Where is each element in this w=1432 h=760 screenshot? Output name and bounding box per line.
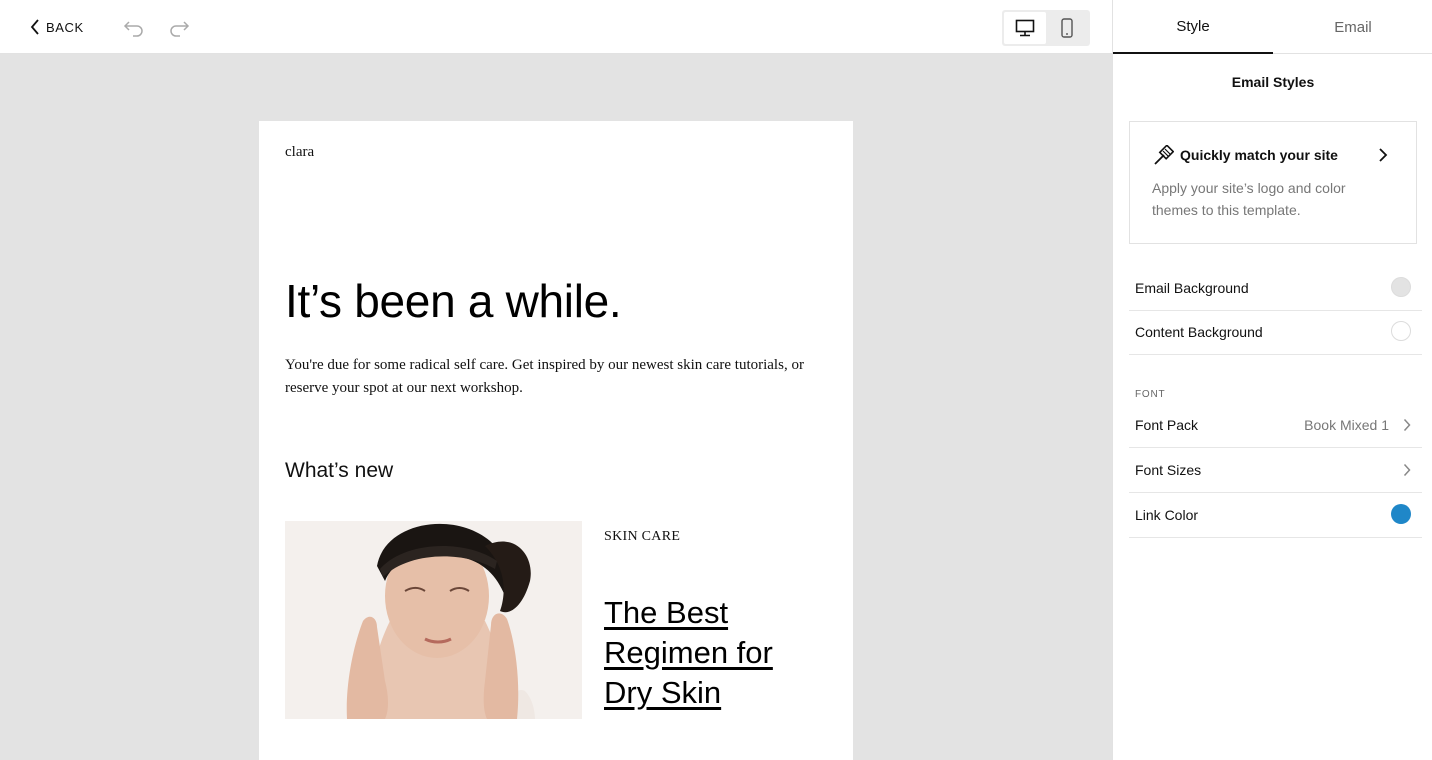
font-pack-value: Book Mixed 1 <box>1304 417 1389 433</box>
font-section-label: FONT <box>1135 389 1166 400</box>
portrait-photo <box>285 521 582 719</box>
email-headline[interactable]: It’s been a while. <box>285 273 622 329</box>
font-sizes-label: Font Sizes <box>1135 462 1202 478</box>
section-heading[interactable]: What’s new <box>285 459 393 483</box>
desktop-view-button[interactable] <box>1004 12 1046 44</box>
redo-icon <box>170 21 190 37</box>
font-pack-label: Font Pack <box>1135 417 1199 433</box>
match-site-card[interactable]: Quickly match your site Apply your site’… <box>1129 121 1417 244</box>
font-pack-row[interactable]: Font Pack Book Mixed 1 <box>1129 403 1422 448</box>
content-background-label: Content Background <box>1135 324 1263 340</box>
undo-button[interactable] <box>123 16 145 38</box>
undo-icon <box>123 21 143 37</box>
match-site-description: Apply your site’s logo and color themes … <box>1152 180 1346 218</box>
tab-email[interactable]: Email <box>1273 0 1432 54</box>
link-color-label: Link Color <box>1135 507 1199 523</box>
link-color-row[interactable]: Link Color <box>1129 493 1422 538</box>
email-canvas: clara It’s been a while. You're due for … <box>0 54 1112 760</box>
mobile-icon <box>1061 18 1073 38</box>
tab-style[interactable]: Style <box>1113 0 1273 54</box>
link-color-swatch[interactable] <box>1391 504 1411 524</box>
desktop-icon <box>1015 19 1035 37</box>
back-button[interactable]: BACK <box>30 16 84 38</box>
content-background-swatch[interactable] <box>1391 321 1411 341</box>
device-view-toggle <box>1002 10 1090 46</box>
paint-brush-icon <box>1154 145 1174 165</box>
mobile-view-button[interactable] <box>1046 12 1088 44</box>
back-label: BACK <box>46 19 84 35</box>
chevron-right-icon <box>1403 463 1411 477</box>
editor-toolbar: BACK <box>0 0 1112 54</box>
email-background-swatch[interactable] <box>1391 277 1411 297</box>
style-panel: Style Email Email Styles Quickly match y… <box>1112 0 1432 760</box>
email-background-label: Email Background <box>1135 280 1249 296</box>
match-site-title: Quickly match your site <box>1180 147 1338 163</box>
article-category[interactable]: SKIN CARE <box>604 529 680 545</box>
font-sizes-row[interactable]: Font Sizes <box>1129 448 1422 493</box>
email-logo-text[interactable]: clara <box>285 144 314 161</box>
chevron-right-icon <box>1403 418 1411 432</box>
redo-button[interactable] <box>168 16 190 38</box>
article-image[interactable] <box>285 521 582 719</box>
content-background-row[interactable]: Content Background <box>1129 310 1422 355</box>
chevron-left-icon <box>30 19 39 35</box>
article-title-link[interactable]: The Best Regimen for Dry Skin <box>604 593 824 713</box>
chevron-right-icon <box>1379 148 1388 162</box>
email-background-row[interactable]: Email Background <box>1129 266 1422 311</box>
panel-tabs: Style Email <box>1113 0 1432 54</box>
email-preview[interactable]: clara It’s been a while. You're due for … <box>259 121 853 760</box>
email-intro-text[interactable]: You're due for some radical self care. G… <box>285 354 815 400</box>
panel-title: Email Styles <box>1231 74 1315 90</box>
